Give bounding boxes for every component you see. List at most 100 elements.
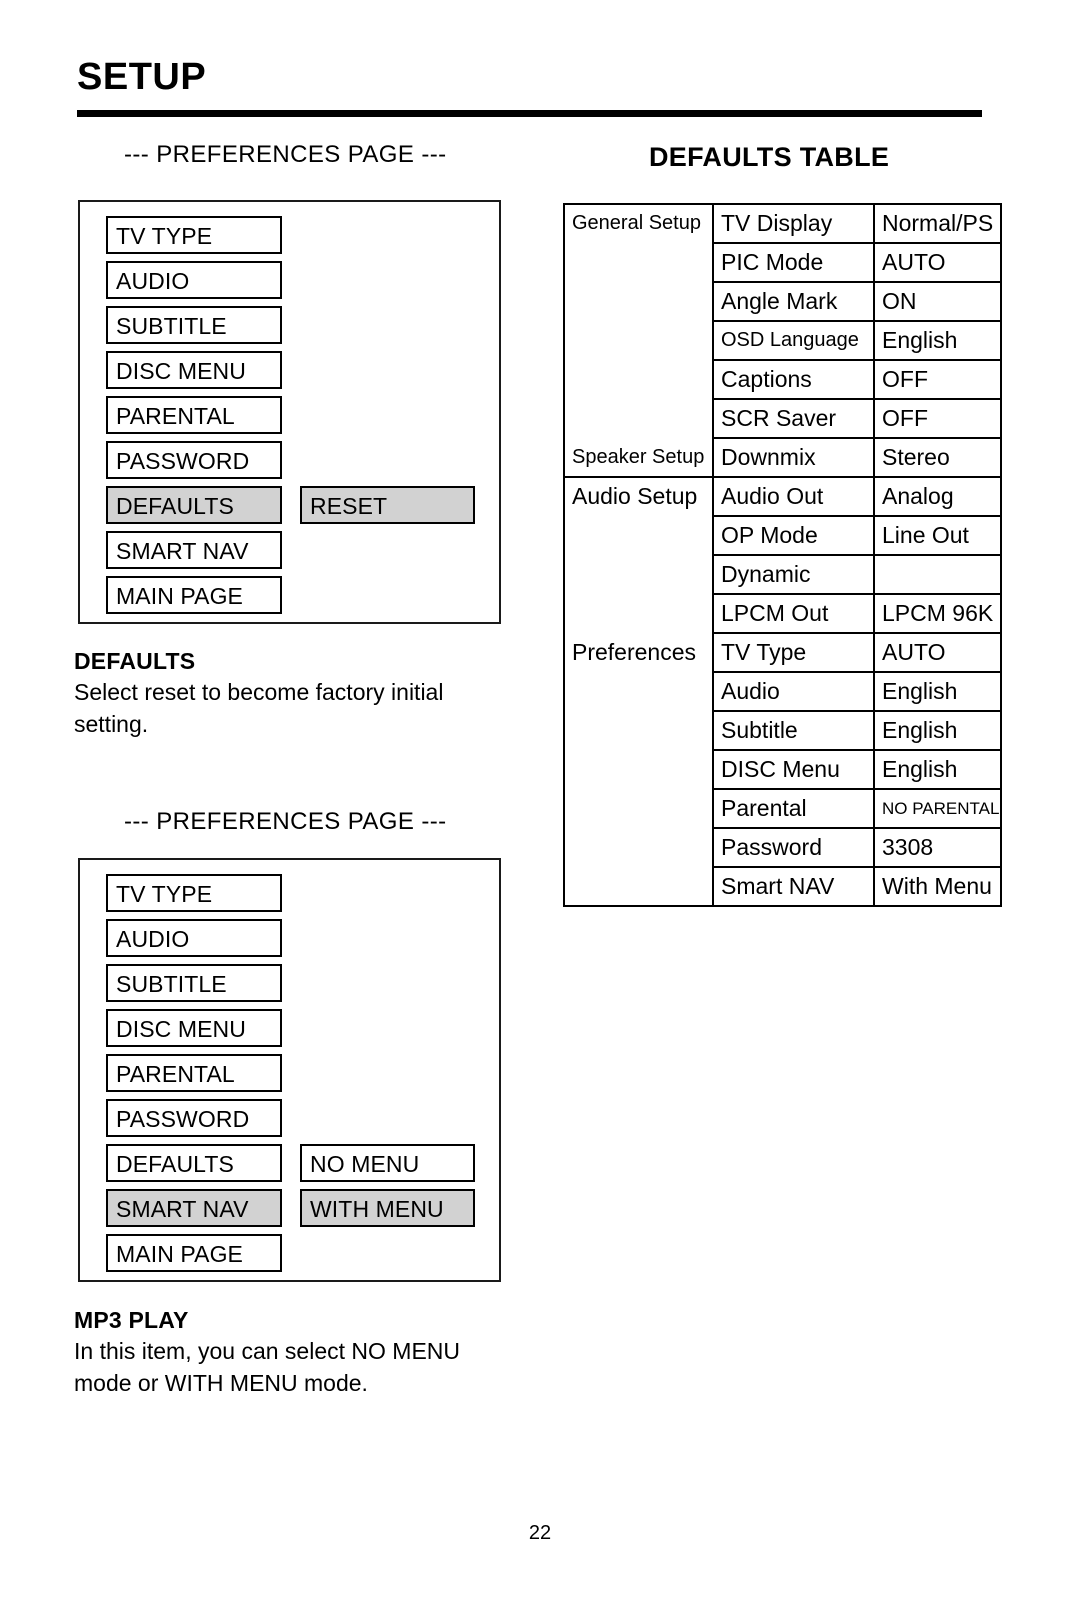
osd2-option-no-menu[interactable]: NO MENU xyxy=(300,1144,475,1182)
osd1-option-reset[interactable]: RESET xyxy=(300,486,475,524)
osd1-item-parental[interactable]: PARENTAL xyxy=(106,396,282,434)
mp3-play-section-body: In this item, you can select NO MENU mod… xyxy=(74,1338,461,1396)
table-cell-value: ON xyxy=(873,281,1002,322)
table-row: Captions OFF xyxy=(563,359,1002,400)
osd-preferences-panel-2: TV TYPE AUDIO SUBTITLE DISC MENU PARENTAL PAS… xyxy=(78,858,501,1282)
table-cell-item: PIC Mode xyxy=(712,242,875,283)
table-cell-item: OP Mode xyxy=(712,515,875,556)
osd1-item-defaults[interactable]: DEFAULTS xyxy=(106,486,282,524)
osd1-item-disc-menu[interactable]: DISC MENU xyxy=(106,351,282,389)
table-cell-group xyxy=(563,828,714,867)
osd1-item-subtitle[interactable]: SUBTITLE xyxy=(106,306,282,344)
table-cell-item: Captions xyxy=(712,359,875,400)
table-row: General Setup TV Display Normal/PS xyxy=(563,203,1002,244)
table-cell-value: Normal/PS xyxy=(873,203,1002,244)
table-cell-item: TV Display xyxy=(712,203,875,244)
title-divider xyxy=(77,110,982,117)
table-cell-value: Line Out xyxy=(873,515,1002,556)
mp3-play-section-heading: MP3 PLAY xyxy=(74,1307,189,1333)
table-cell-group xyxy=(563,867,714,907)
osd2-item-main-page[interactable]: MAIN PAGE xyxy=(106,1234,282,1272)
table-cell-value: OFF xyxy=(873,359,1002,400)
table-cell-group xyxy=(563,360,714,399)
osd2-item-password[interactable]: PASSWORD xyxy=(106,1099,282,1137)
table-cell-item: Audio Out xyxy=(712,476,875,517)
table-row: Speaker Setup Downmix Stereo xyxy=(563,437,1002,478)
table-cell-value: English xyxy=(873,749,1002,790)
table-cell-item: Parental xyxy=(712,788,875,829)
table-cell-group: Audio Setup xyxy=(563,476,714,516)
defaults-table-title: DEFAULTS TABLE xyxy=(649,142,890,172)
table-row: Password 3308 xyxy=(563,827,1002,868)
table-cell-item: TV Type xyxy=(712,632,875,673)
table-cell-value: English xyxy=(873,320,1002,361)
defaults-section-body: Select reset to become factory initial s… xyxy=(74,679,444,737)
osd1-item-audio[interactable]: AUDIO xyxy=(106,261,282,299)
table-row: PIC Mode AUTO xyxy=(563,242,1002,283)
table-cell-group xyxy=(563,750,714,789)
table-row: DISC Menu English xyxy=(563,749,1002,790)
table-row: LPCM Out LPCM 96K xyxy=(563,593,1002,634)
table-cell-item: Smart NAV xyxy=(712,866,875,907)
osd2-item-defaults[interactable]: DEFAULTS xyxy=(106,1144,282,1182)
defaults-table: General Setup TV Display Normal/PS PIC Mode… xyxy=(563,203,1002,907)
table-cell-item: LPCM Out xyxy=(712,593,875,634)
table-cell-item: Downmix xyxy=(712,437,875,478)
table-cell-item: DISC Menu xyxy=(712,749,875,790)
table-row: OP Mode Line Out xyxy=(563,515,1002,556)
defaults-section-heading: DEFAULTS xyxy=(74,648,196,674)
osd2-item-subtitle[interactable]: SUBTITLE xyxy=(106,964,282,1002)
preferences-page-caption-1: --- PREFERENCES PAGE --- xyxy=(124,141,447,168)
table-cell-item: Subtitle xyxy=(712,710,875,751)
table-cell-group xyxy=(563,672,714,711)
page-title: SETUP xyxy=(77,56,207,98)
page-number: 22 xyxy=(528,1522,552,1544)
table-cell-value: NO PARENTAL xyxy=(873,788,1002,829)
table-cell-item: OSD Language xyxy=(712,320,875,361)
table-cell-value: Analog xyxy=(873,476,1002,517)
table-row: OSD Language English xyxy=(563,320,1002,361)
osd1-item-main-page[interactable]: MAIN PAGE xyxy=(106,576,282,614)
table-cell-group: Speaker Setup xyxy=(563,437,714,478)
table-cell-item: Dynamic xyxy=(712,554,875,595)
table-cell-value xyxy=(873,554,1002,595)
table-cell-value: English xyxy=(873,671,1002,712)
table-cell-value: AUTO xyxy=(873,242,1002,283)
table-cell-value: English xyxy=(873,710,1002,751)
osd2-item-parental[interactable]: PARENTAL xyxy=(106,1054,282,1092)
table-row: SCR Saver OFF xyxy=(563,398,1002,439)
osd-preferences-panel-1: TV TYPE AUDIO SUBTITLE DISC MENU PARENTAL PAS… xyxy=(78,200,501,624)
table-cell-group xyxy=(563,555,714,594)
table-cell-value: 3308 xyxy=(873,827,1002,868)
table-cell-group xyxy=(563,516,714,555)
table-cell-group xyxy=(563,282,714,321)
table-cell-group xyxy=(563,321,714,360)
osd1-item-password[interactable]: PASSWORD xyxy=(106,441,282,479)
table-cell-group: General Setup xyxy=(563,203,714,243)
osd2-item-disc-menu[interactable]: DISC MENU xyxy=(106,1009,282,1047)
preferences-page-caption-2: --- PREFERENCES PAGE --- xyxy=(124,808,447,835)
table-row: Preferences TV Type AUTO xyxy=(563,632,1002,673)
osd2-item-tv-type[interactable]: TV TYPE xyxy=(106,874,282,912)
table-cell-value: Stereo xyxy=(873,437,1002,478)
table-cell-item: Angle Mark xyxy=(712,281,875,322)
table-cell-group xyxy=(563,789,714,828)
table-cell-value: With Menu xyxy=(873,866,1002,907)
table-cell-group xyxy=(563,399,714,438)
table-row: Audio English xyxy=(563,671,1002,712)
osd1-item-tv-type[interactable]: TV TYPE xyxy=(106,216,282,254)
table-row: Audio Setup Audio Out Analog xyxy=(563,476,1002,517)
osd1-item-smart-nav[interactable]: SMART NAV xyxy=(106,531,282,569)
table-cell-value: OFF xyxy=(873,398,1002,439)
table-row: Dynamic xyxy=(563,554,1002,595)
table-cell-group: Preferences xyxy=(563,632,714,672)
table-row: Parental NO PARENTAL xyxy=(563,788,1002,829)
osd2-item-audio[interactable]: AUDIO xyxy=(106,919,282,957)
table-cell-group xyxy=(563,711,714,750)
osd2-item-smart-nav[interactable]: SMART NAV xyxy=(106,1189,282,1227)
table-cell-group xyxy=(563,243,714,282)
table-cell-value: LPCM 96K xyxy=(873,593,1002,634)
table-row: Angle Mark ON xyxy=(563,281,1002,322)
table-cell-group xyxy=(563,594,714,633)
osd2-option-with-menu[interactable]: WITH MENU xyxy=(300,1189,475,1227)
